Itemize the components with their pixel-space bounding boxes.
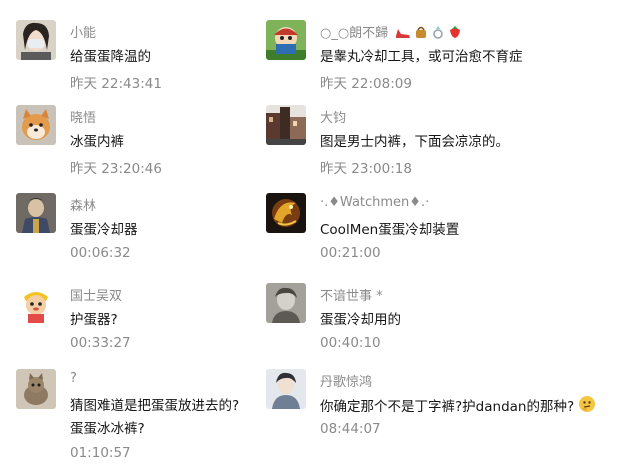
commenter-name[interactable]: 不谙世事 *: [320, 285, 383, 304]
ring-icon: [433, 26, 443, 39]
commenter-name[interactable]: ○_○朗不歸: [320, 22, 462, 41]
grayscale-portrait-avatar[interactable]: [266, 283, 306, 323]
strawberry-icon: [450, 26, 461, 38]
person-mask-avatar[interactable]: [16, 20, 56, 60]
cartoon-character-avatar[interactable]: [266, 20, 306, 60]
comment-text: 是睾丸冷却工具，或可治愈不育症: [320, 49, 523, 65]
comment-time: 01:10:57: [70, 445, 131, 461]
comment-time: 00:21:00: [320, 245, 381, 261]
comment-time: 00:33:27: [70, 335, 131, 351]
comment-text: 冰蛋内裤: [70, 134, 124, 150]
comment-text: CoolMen蛋蛋冷却装置: [320, 222, 460, 238]
comment-text: 你确定那个不是丁字裤?护dandan的那种?: [320, 395, 596, 419]
cat-photo-avatar[interactable]: [16, 369, 56, 409]
comment-time: 昨天 23:20:46: [70, 161, 162, 177]
badge-icons: [392, 25, 462, 41]
commenter-name[interactable]: 国士吴双: [70, 285, 122, 304]
comment-item: 不谙世事 * 蛋蛋冷却用的 00:40:10: [266, 283, 566, 369]
painted-portrait-avatar[interactable]: [266, 369, 306, 409]
comment-item: 大钧 图是男士内裤，下面会凉凉的。 昨天 23:00:18: [266, 105, 566, 191]
commenter-name[interactable]: 丹歌惊鸿: [320, 371, 372, 390]
commenter-name[interactable]: 森林: [70, 195, 96, 214]
commenter-name[interactable]: 晓悟: [70, 107, 96, 126]
comment-time: 08:44:07: [320, 421, 381, 437]
commenter-name[interactable]: 小能: [70, 22, 96, 41]
comment-time: 昨天 22:08:09: [320, 76, 412, 92]
commenter-name[interactable]: ?: [70, 371, 77, 386]
comment-text: 蛋蛋冷却器: [70, 222, 138, 238]
comment-text: 给蛋蛋降温的: [70, 49, 151, 65]
street-scene-avatar[interactable]: [266, 105, 306, 145]
comment-item: ○_○朗不歸 是睾丸冷却工具，或可治愈不育症 昨天 22:08:09: [266, 20, 606, 106]
commenter-name[interactable]: 大钧: [320, 107, 346, 126]
comment-text: 猜图难道是把蛋蛋放进去的?: [70, 398, 240, 414]
comment-time: 昨天 22:43:41: [70, 76, 162, 92]
comment-item: ·.♦Watchmen♦.· CoolMen蛋蛋冷却装置 00:21:00: [266, 193, 566, 279]
comment-time: 00:06:32: [70, 245, 131, 261]
shiba-dog-avatar[interactable]: [16, 105, 56, 145]
comment-text: 图是男士内裤，下面会凉凉的。: [320, 134, 509, 150]
comment-time: 昨天 23:00:18: [320, 161, 412, 177]
comment-item: 丹歌惊鸿 你确定那个不是丁字裤?护dandan的那种? 08:44:07: [266, 369, 611, 455]
comment-text-content: 你确定那个不是丁字裤?护dandan的那种?: [320, 399, 575, 415]
commenter-name-text: ○_○朗不歸: [320, 26, 389, 41]
historical-portrait-avatar[interactable]: [16, 193, 56, 233]
high-heel-shoe-icon: [396, 29, 411, 38]
comment-text: 蛋蛋冷却用的: [320, 312, 401, 328]
thinking-face-emoji-icon: [579, 396, 596, 412]
commenter-name[interactable]: ·.♦Watchmen♦.·: [320, 195, 429, 210]
comment-text-line2: 蛋蛋冰冰裤?: [70, 421, 145, 437]
golden-dragon-avatar[interactable]: [266, 193, 306, 233]
cartoon-monkey-avatar[interactable]: [16, 283, 56, 323]
handbag-icon: [416, 26, 427, 38]
comment-time: 00:40:10: [320, 335, 381, 351]
comment-text: 护蛋器?: [70, 312, 118, 328]
